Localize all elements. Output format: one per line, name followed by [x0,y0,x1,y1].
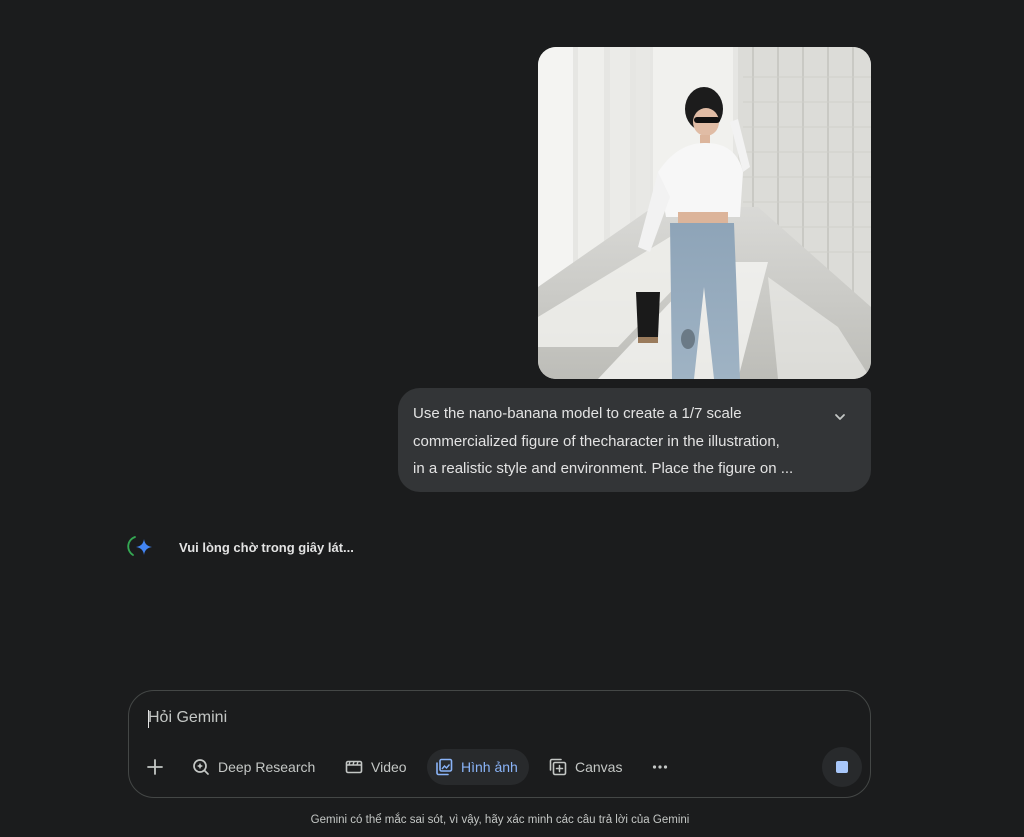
canvas-button[interactable]: Canvas [549,749,622,785]
deep-research-icon [193,759,209,775]
response-status: Vui lòng chờ trong giây lát... [126,535,354,559]
composer-toolbar: Deep Research Video Hình ảnh Canvas [129,747,870,787]
text-caret [148,710,149,728]
image-button[interactable]: Hình ảnh [427,749,529,785]
image-icon [436,758,453,776]
status-text: Vui lòng chờ trong giây lát... [179,539,354,555]
chevron-down-icon [835,414,845,420]
prompt-line-2: commercialized figure of thecharacter in… [413,432,780,450]
video-label: Video [371,759,407,775]
more-icon [652,765,668,769]
deep-research-label: Deep Research [218,759,316,775]
uploaded-photo[interactable] [538,47,871,379]
disclaimer-text: Gemini có thể mắc sai sót, vì vậy, hãy x… [310,814,690,826]
prompt-line-3: in a realistic style and environment. Pl… [413,460,794,477]
plus-icon [147,759,163,775]
canvas-label: Canvas [575,759,623,775]
prompt-line-1: Use the nano-banana model to create a 1/… [413,405,742,422]
stop-icon [836,761,848,773]
more-tools-button[interactable] [650,749,670,785]
video-icon [345,760,363,774]
image-label: Hình ảnh [461,759,518,775]
canvas-icon [549,758,567,776]
prompt-input[interactable] [148,709,748,727]
deep-research-button[interactable]: Deep Research [192,749,315,785]
prompt-composer: Deep Research Video Hình ảnh Canvas [128,690,871,798]
video-button[interactable]: Video [345,749,407,785]
gemini-spark-icon [126,535,154,559]
user-prompt-bubble[interactable]: Use the nano-banana model to create a 1/… [398,388,871,492]
add-button[interactable] [146,749,168,785]
photo-illustration [538,47,871,379]
expand-prompt-button[interactable] [829,406,851,428]
stop-generation-button[interactable] [822,747,862,787]
